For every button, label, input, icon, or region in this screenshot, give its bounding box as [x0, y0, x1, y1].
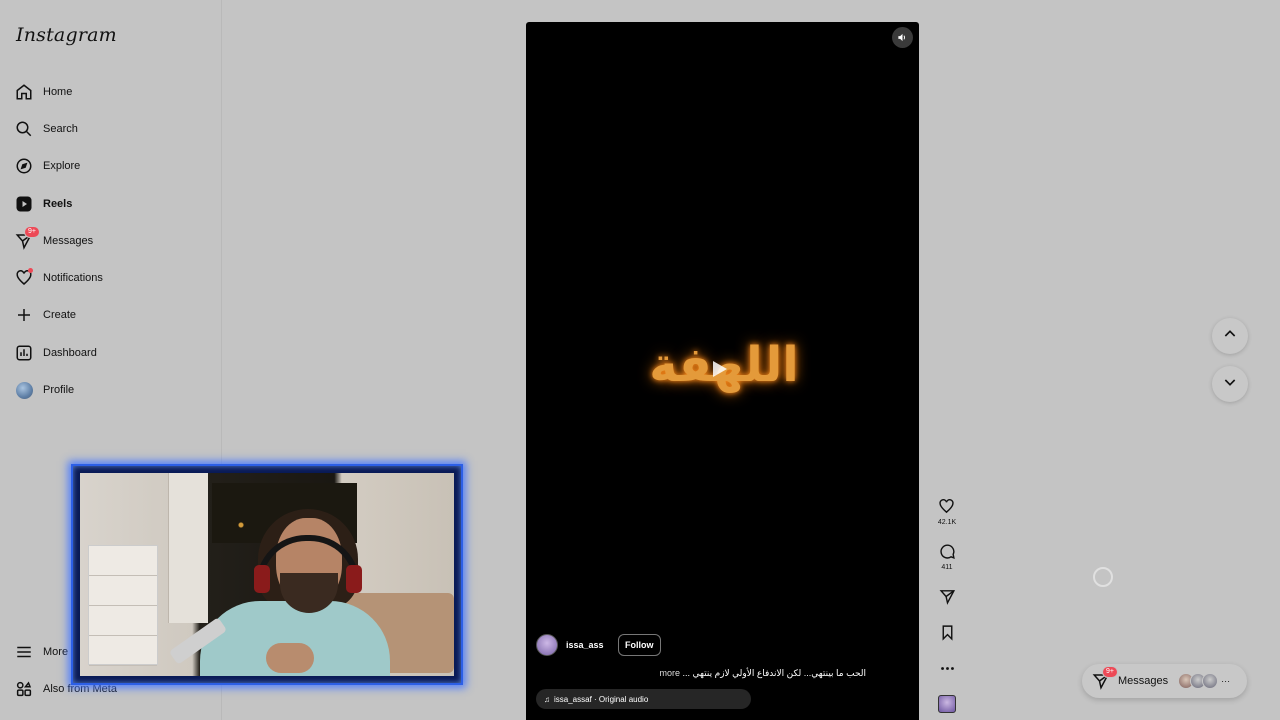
heart-icon — [14, 268, 34, 288]
audio-thumbnail[interactable] — [938, 695, 956, 713]
sidebar-item-label: More — [43, 645, 69, 658]
more-contacts-ellipsis: ··· — [1221, 676, 1231, 686]
author-avatar[interactable] — [536, 634, 558, 656]
messenger-icon: 9+ — [14, 225, 40, 251]
chevron-down-icon — [1222, 374, 1238, 395]
home-icon — [14, 82, 34, 102]
like-button[interactable]: 42.1K — [938, 498, 956, 526]
share-button[interactable] — [939, 588, 956, 607]
sidebar-item-home[interactable]: Home — [14, 73, 103, 110]
menu-icon — [14, 642, 34, 662]
save-button[interactable] — [939, 624, 956, 643]
audio-label: issa_assaf · Original audio — [554, 694, 649, 704]
sidebar-item-label: Messages — [43, 234, 94, 247]
sidebar-item-search[interactable]: Search — [14, 110, 103, 147]
share-icon — [939, 588, 956, 607]
comment-count: 411 — [941, 564, 953, 571]
messages-pill-badge: 9+ — [1102, 666, 1118, 678]
bookmark-icon — [939, 624, 956, 643]
play-icon[interactable] — [713, 361, 727, 377]
sidebar-item-create[interactable]: Create — [14, 297, 103, 334]
sidebar-item-label: Profile — [43, 384, 75, 397]
reels-icon — [14, 194, 34, 214]
profile-avatar — [14, 380, 34, 400]
volume-icon[interactable] — [892, 27, 913, 48]
sidebar-item-label: Explore — [43, 160, 81, 173]
like-count: 42.1K — [937, 519, 957, 526]
messages-pill[interactable]: 9+ Messages ··· — [1082, 664, 1247, 698]
webcam-overlay — [71, 464, 463, 685]
instagram-logo[interactable]: Instagram — [16, 24, 117, 46]
audio-pill[interactable]: ♫ issa_assaf · Original audio — [536, 689, 751, 709]
comment-button[interactable]: 411 — [939, 543, 956, 571]
plus-icon — [14, 305, 34, 325]
sidebar-item-label: Notifications — [43, 272, 103, 285]
messages-badge: 9+ — [24, 225, 40, 238]
recent-contacts-avatars — [1178, 673, 1219, 689]
sidebar-item-profile[interactable]: Profile — [14, 371, 103, 408]
sidebar-item-label: Home — [43, 85, 73, 98]
follow-button[interactable]: Follow — [618, 634, 661, 656]
sidebar-item-dashboard[interactable]: Dashboard — [14, 334, 103, 371]
sidebar-item-explore[interactable]: Explore — [14, 148, 103, 185]
heart-icon — [938, 498, 955, 517]
chevron-up-icon — [1222, 326, 1238, 347]
contact-avatar — [1202, 673, 1219, 689]
caption-text: الحب ما بينتهي... لكن الاندفاع الأولي لا… — [682, 668, 866, 678]
previous-reel-button[interactable] — [1212, 318, 1248, 354]
messages-pill-label: Messages — [1118, 675, 1169, 687]
next-reel-button[interactable] — [1212, 366, 1248, 402]
audio-thumb-avatar — [938, 695, 956, 713]
meta-apps-icon — [14, 679, 34, 699]
webcam-video — [80, 473, 454, 676]
caption-more-link[interactable]: more — [660, 668, 681, 678]
author-username[interactable]: issa_ass — [566, 640, 604, 650]
reel-video[interactable]: اللهفة issa_ass Follow الحب ما بينتهي...… — [526, 22, 919, 720]
sidebar-item-label: Create — [43, 309, 77, 322]
sidebar-nav: Home Search Explore Reels 9+ Messages No… — [14, 73, 103, 409]
more-options-button[interactable] — [939, 660, 956, 679]
reel-actions: 42.1K 411 — [932, 498, 962, 713]
reel-author: issa_ass Follow — [536, 634, 661, 656]
sidebar-item-notifications[interactable]: Notifications — [14, 259, 103, 296]
loading-spinner — [1093, 567, 1113, 587]
sidebar-item-messages[interactable]: 9+ Messages — [14, 222, 103, 259]
reel-caption[interactable]: الحب ما بينتهي... لكن الاندفاع الأولي لا… — [646, 668, 867, 679]
music-note-icon: ♫ — [544, 694, 550, 704]
compass-icon — [14, 156, 34, 176]
messenger-icon: 9+ — [1092, 666, 1118, 690]
search-icon — [14, 119, 34, 139]
sidebar-item-reels[interactable]: Reels — [14, 185, 103, 222]
sidebar-item-label: Reels — [43, 197, 73, 210]
comment-icon — [939, 543, 956, 562]
sidebar-item-label: Dashboard — [43, 346, 97, 359]
more-icon — [939, 660, 956, 679]
dashboard-icon — [14, 343, 34, 363]
sidebar-item-label: Search — [43, 122, 78, 135]
